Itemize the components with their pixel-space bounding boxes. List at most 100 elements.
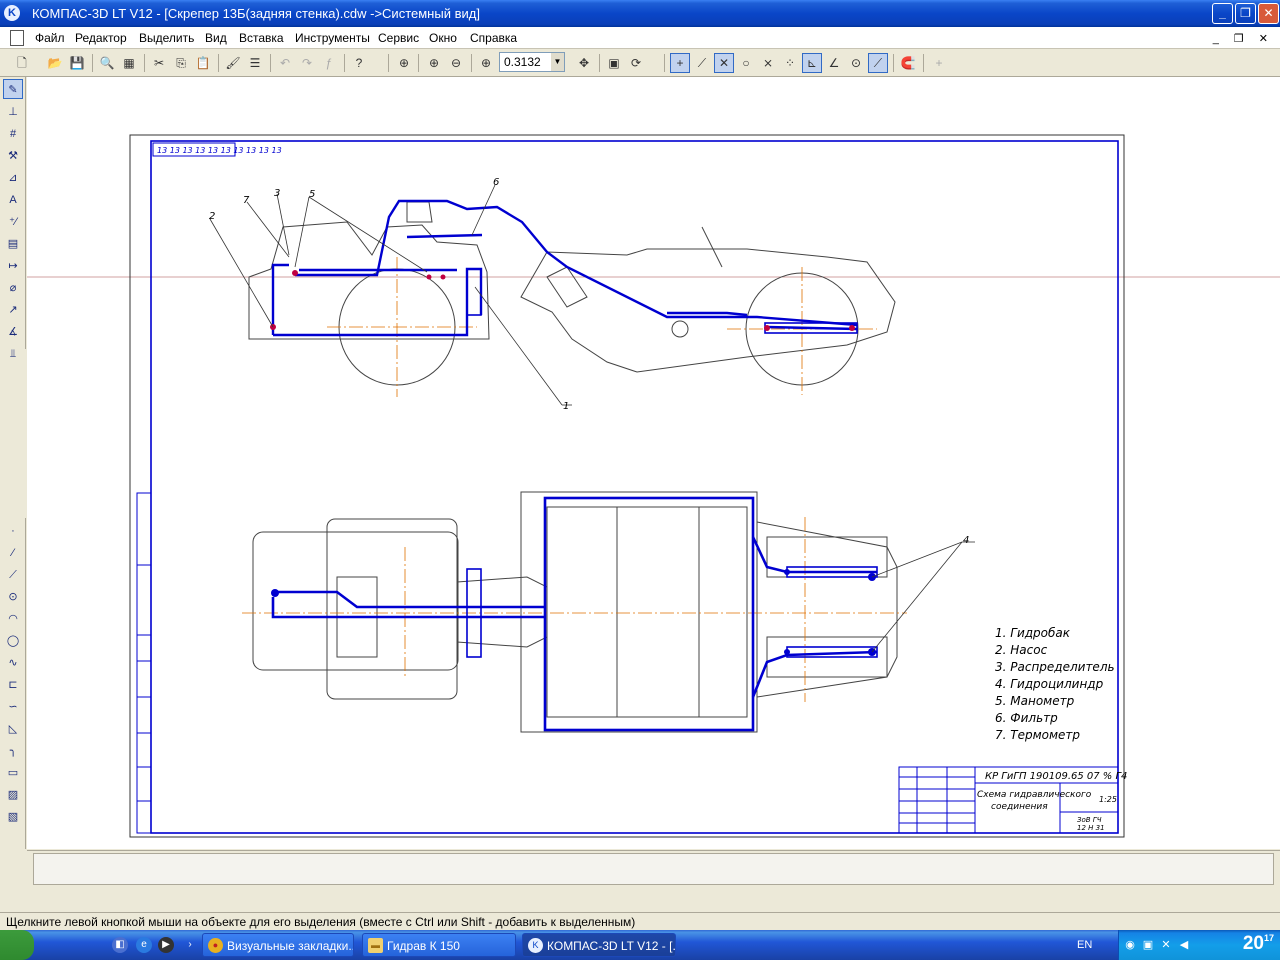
menu-help[interactable]: Справка [470, 31, 517, 45]
snap-midpoint-icon[interactable]: ∠ [824, 53, 844, 73]
ie-icon[interactable]: e [136, 937, 152, 953]
volume-tray-icon[interactable]: ◀ [1177, 938, 1191, 952]
antivirus-tray-icon[interactable]: ✕ [1159, 938, 1173, 952]
close-button[interactable]: ✕ [1258, 3, 1279, 24]
menu-insert[interactable]: Вставка [239, 31, 284, 45]
maximize-button[interactable]: ❐ [1235, 3, 1256, 24]
menu-file[interactable]: Файл [35, 31, 65, 45]
eye-tray-icon[interactable]: ◉ [1123, 938, 1137, 952]
legend-item-3: 3. Распределитель [995, 660, 1115, 674]
select-tool-icon[interactable]: ▤ [3, 233, 23, 253]
polyline-icon[interactable]: ⊏ [3, 674, 23, 694]
print-icon[interactable]: ▦ [119, 53, 139, 73]
circle-icon[interactable]: ⊙ [3, 586, 23, 606]
drawing-canvas[interactable]: 13 13 13 13 13 13 13 13 13 13 2 7 3 5 6 … [27, 77, 1280, 849]
mdi-window-buttons[interactable]: _ ❐ ✕ [1213, 32, 1274, 45]
task-kompas[interactable]: K КОМПАС-3D LT V12 - [... [522, 933, 676, 957]
linear-dim-icon[interactable]: ↦ [3, 255, 23, 275]
snap-grid-icon[interactable]: ⁘ [780, 53, 800, 73]
menu-service[interactable]: Сервис [378, 31, 419, 45]
redo-icon[interactable]: ↷ [297, 53, 317, 73]
tray-clock[interactable]: 2017 [1243, 933, 1274, 955]
new-document-icon[interactable]: 🗋 [12, 53, 32, 73]
designations-tool-icon[interactable]: A [3, 189, 23, 209]
context-help-icon[interactable]: ? [349, 53, 369, 73]
document-icon[interactable] [10, 30, 24, 46]
diameter-dim-icon[interactable]: ⌀ [3, 277, 23, 297]
fillet-icon[interactable]: ╮ [3, 740, 23, 760]
menu-window[interactable]: Окно [429, 31, 457, 45]
menu-select[interactable]: Выделить [139, 31, 194, 45]
media-player-icon[interactable]: ▶ [158, 937, 174, 953]
function-icon[interactable]: ƒ [319, 53, 339, 73]
radial-dim-icon[interactable]: ↗ [3, 299, 23, 319]
callout-5: 5 [309, 189, 315, 200]
snap-center-icon[interactable]: ⊙ [846, 53, 866, 73]
measure-tool-icon[interactable]: ⁺⁄ [3, 211, 23, 231]
start-button[interactable] [0, 930, 34, 960]
angle-dim-icon[interactable]: ∡ [3, 321, 23, 341]
task-folder[interactable]: ▬ Гидрав К 150 [362, 933, 516, 957]
edit-tool-icon[interactable]: ⚒ [3, 145, 23, 165]
show-all-icon[interactable]: ▣ [604, 53, 624, 73]
show-desktop-icon[interactable]: ◧ [112, 937, 128, 953]
minimize-button[interactable]: _ [1212, 3, 1233, 24]
magnet-icon[interactable]: 🧲 [898, 53, 918, 73]
copy-icon[interactable]: ⎘ [171, 53, 191, 73]
auxiliary-line-icon[interactable]: ⁄ [3, 542, 23, 562]
ellipse-icon[interactable]: ◯ [3, 630, 23, 650]
callout-4: 4 [963, 535, 969, 546]
undo-icon[interactable]: ↶ [275, 53, 295, 73]
menu-view[interactable]: Вид [205, 31, 227, 45]
menu-editor[interactable]: Редактор [75, 31, 127, 45]
cut-icon[interactable]: ✂ [149, 53, 169, 73]
segment-icon[interactable]: ⟋ [3, 564, 23, 584]
task-browser[interactable]: ● Визуальные закладки... [202, 933, 354, 957]
arc-icon[interactable]: ◠ [3, 608, 23, 628]
hatch-icon[interactable]: ▨ [3, 784, 23, 804]
rectangle-icon[interactable]: ▭ [3, 762, 23, 782]
zoom-out-icon[interactable]: ⊖ [446, 53, 466, 73]
pan-icon[interactable]: ✥ [574, 53, 594, 73]
grid-tool-icon[interactable]: # [3, 123, 23, 143]
open-folder-icon[interactable]: 📂 [45, 53, 65, 73]
side-view-scraper [248, 201, 896, 386]
dimensions-tool-icon[interactable]: ⊥ [3, 101, 23, 121]
kompas-app-icon[interactable]: K [4, 5, 20, 21]
zoom-dropdown-arrow[interactable]: ▼ [551, 53, 564, 71]
print-preview-icon[interactable]: 🔍 [97, 53, 117, 73]
snap-pointon-icon[interactable]: ⟋ [868, 53, 888, 73]
properties-icon[interactable]: ☰ [245, 53, 265, 73]
point-icon[interactable]: · [3, 520, 23, 540]
paste-icon[interactable]: 📋 [193, 53, 213, 73]
rough-dim-icon[interactable]: ⫫ [3, 343, 23, 363]
refresh-icon[interactable]: ⟳ [626, 53, 646, 73]
snap-nearest-icon[interactable]: ⟋ [692, 53, 712, 73]
format-painter-icon[interactable]: 🖌 [223, 53, 243, 73]
geometry-tool-icon[interactable]: ✎ [3, 79, 23, 99]
top-view-hydraulic-lines [271, 496, 878, 732]
chamfer-icon[interactable]: ◺ [3, 718, 23, 738]
spline-icon[interactable]: ∿ [3, 652, 23, 672]
title-block-name-1: Схема гидравлического [977, 790, 1092, 800]
snap-tangent-icon[interactable]: ○ [736, 53, 756, 73]
menu-tools[interactable]: Инструменты [295, 31, 370, 45]
network-tray-icon[interactable]: ▣ [1141, 938, 1155, 952]
bezier-icon[interactable]: ∽ [3, 696, 23, 716]
quicklaunch-more-icon[interactable]: › [182, 937, 198, 953]
zoom-in-icon[interactable]: ⊕ [424, 53, 444, 73]
zoom-window-icon[interactable]: ⊕ [394, 53, 414, 73]
snap-angle-icon[interactable]: ⊾ [802, 53, 822, 73]
left-geometry-toolbar: · ⁄ ⟋ ⊙ ◠ ◯ ∿ ⊏ ∽ ◺ ╮ ▭ ▨ ▧ [0, 518, 26, 849]
folder-icon: ▬ [368, 938, 383, 953]
language-indicator[interactable]: EN [1077, 939, 1092, 951]
snap-intersection-icon[interactable]: ✕ [714, 53, 734, 73]
zoom-scale-icon[interactable]: ⊕ [476, 53, 496, 73]
save-icon[interactable]: 💾 [67, 53, 87, 73]
legend-item-4: 4. Гидроцилиндр [995, 677, 1104, 691]
contour-icon[interactable]: ▧ [3, 806, 23, 826]
snap-normal-icon[interactable]: ⨯ [758, 53, 778, 73]
snap-dropdown-icon[interactable]: + [929, 53, 949, 73]
snap-point-icon[interactable]: + [670, 53, 690, 73]
params-tool-icon[interactable]: ⊿ [3, 167, 23, 187]
